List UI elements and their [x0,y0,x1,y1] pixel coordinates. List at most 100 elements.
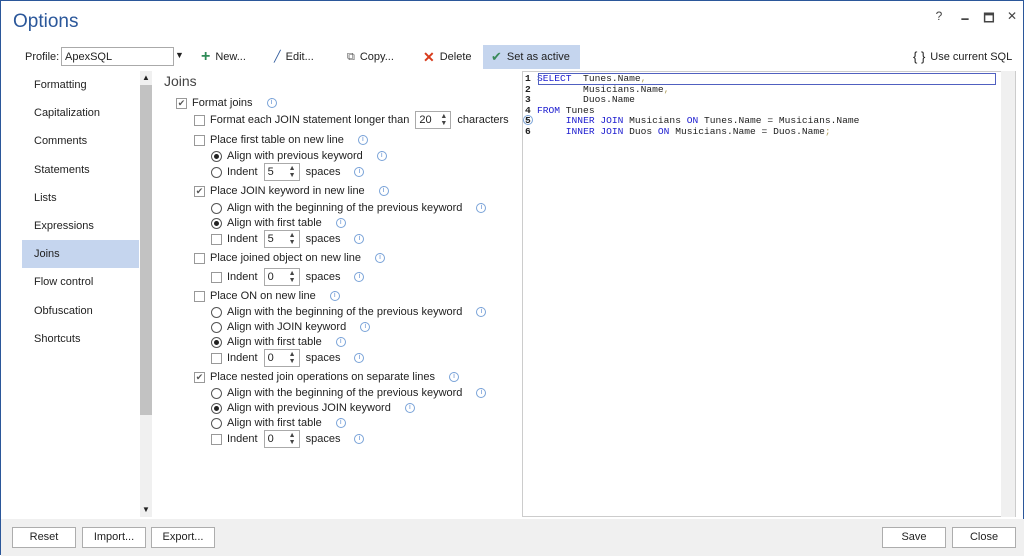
checkbox[interactable]: ✔ [194,371,205,383]
number-stepper[interactable]: 0 ▲ ▼ [263,430,300,448]
stepper-arrows-icon[interactable]: ▲ ▼ [289,351,299,365]
stepper-arrows-icon[interactable]: ▲ ▼ [289,165,299,179]
number-stepper[interactable]: 5 ▲ ▼ [263,163,300,181]
use-current-sql-button[interactable]: { } Use current SQL [905,45,1020,69]
radio-button[interactable] [211,321,222,333]
scroll-down-icon[interactable]: ▼ [142,505,150,514]
stepper-value[interactable]: 20 [419,114,431,126]
sidebar-item-shortcuts[interactable]: Shortcuts [22,325,139,353]
info-icon[interactable]: i [335,337,346,347]
checkbox[interactable] [194,252,205,264]
import-button[interactable]: Import... [82,527,146,548]
info-icon[interactable]: i [476,307,487,317]
chevron-down-icon[interactable]: ▼ [175,50,184,60]
radio-button[interactable] [211,417,222,429]
braces-icon: { } [913,49,926,64]
scroll-up-icon[interactable]: ▲ [142,73,150,82]
option-label: Align with JOIN keyword [227,321,347,333]
scrollbar-thumb[interactable] [140,85,152,415]
checkbox[interactable] [211,352,222,364]
checkbox[interactable] [211,233,222,245]
info-icon[interactable]: i [476,203,487,213]
sidebar-item-formatting[interactable]: Formatting [22,71,139,99]
info-icon[interactable]: i [354,272,365,282]
sidebar-item-flow-control[interactable]: Flow control [22,268,139,296]
option-label: Align with the beginning of the previous… [227,306,463,318]
option-row: Align with the beginning of the previous… [211,304,487,320]
help-button[interactable]: ? [931,9,947,23]
radio-button[interactable] [211,150,222,162]
sidebar-item-statements[interactable]: Statements [22,156,139,184]
info-icon[interactable]: i [360,322,371,332]
stepper-value[interactable]: 5 [268,233,274,245]
number-stepper[interactable]: 20 ▲ ▼ [415,111,452,129]
close-button[interactable]: Close [952,527,1016,548]
maximize-button[interactable]: 🗖 [981,9,997,30]
checkbox[interactable]: ✔ [176,97,187,109]
number-stepper[interactable]: 0 ▲ ▼ [263,268,300,286]
info-icon[interactable]: i [376,151,387,161]
info-icon[interactable]: i [354,353,365,363]
info-icon[interactable]: i [335,218,346,228]
sidebar-item-obfuscation[interactable]: Obfuscation [22,297,139,325]
info-icon[interactable]: i [404,403,415,413]
checkbox[interactable]: ✔ [194,185,205,197]
stepper-value[interactable]: 0 [268,271,274,283]
info-icon[interactable]: i [375,253,386,263]
info-icon[interactable]: i [357,135,368,145]
set-active-button[interactable]: ✔ Set as active [483,45,580,69]
info-icon[interactable]: i [378,186,389,196]
option-label: Indent [227,271,258,283]
checkbox[interactable] [194,290,205,302]
copy-button[interactable]: ⧉ Copy... [339,45,402,69]
minimize-button[interactable]: 🗕 [957,9,973,30]
edit-button[interactable]: ╱ Edit... [266,45,322,69]
stepper-value[interactable]: 0 [268,433,274,445]
x-icon: ✕ [423,49,435,65]
radio-button[interactable] [211,402,222,414]
info-icon[interactable]: i [476,388,487,398]
info-icon[interactable]: i [354,167,365,177]
stepper-value[interactable]: 5 [268,166,274,178]
sql-preview[interactable]: 1 SELECT Tunes.Name, 2 Musicians.Name, 3 Du… [522,71,1016,517]
sidebar-item-comments[interactable]: Comments [22,127,139,155]
sidebar-item-joins[interactable]: Joins [22,240,139,269]
checkbox[interactable] [211,433,222,445]
export-button[interactable]: Export... [151,527,215,548]
copy-icon: ⧉ [347,51,355,63]
profile-select[interactable]: ApexSQL [61,47,174,66]
number-stepper[interactable]: 5 ▲ ▼ [263,230,300,248]
info-icon[interactable]: i [329,291,340,301]
reset-button[interactable]: Reset [12,527,76,548]
info-icon[interactable]: i [354,434,365,444]
info-icon[interactable]: i [335,418,346,428]
delete-button[interactable]: ✕ Delete [415,45,480,69]
editor-scrollbar[interactable] [1001,71,1015,517]
code-token: Musicians.Name = Duos.Name [669,125,825,137]
stepper-arrows-icon[interactable]: ▲ ▼ [289,232,299,246]
info-icon[interactable]: i [266,98,277,108]
save-button[interactable]: Save [882,527,946,548]
stepper-value[interactable]: 0 [268,352,274,364]
radio-button[interactable] [211,202,222,214]
radio-button[interactable] [211,217,222,229]
pencil-icon: ╱ [274,51,281,63]
checkbox[interactable] [194,114,205,126]
stepper-arrows-icon[interactable]: ▲ ▼ [289,432,299,446]
info-icon[interactable]: i [449,372,460,382]
radio-button[interactable] [211,336,222,348]
radio-button[interactable] [211,306,222,318]
sidebar-item-lists[interactable]: Lists [22,184,139,212]
number-stepper[interactable]: 0 ▲ ▼ [263,349,300,367]
stepper-arrows-icon[interactable]: ▲ ▼ [440,113,450,127]
new-button[interactable]: + New... [193,45,254,69]
info-icon[interactable]: i [354,234,365,244]
sidebar-item-expressions[interactable]: Expressions [22,212,139,240]
checkbox[interactable] [211,271,222,283]
stepper-arrows-icon[interactable]: ▲ ▼ [289,270,299,284]
close-window-button[interactable]: ✕ [1004,9,1020,23]
sidebar-item-capitalization[interactable]: Capitalization [22,99,139,127]
radio-button[interactable] [211,166,222,178]
checkbox[interactable] [194,134,205,146]
radio-button[interactable] [211,387,222,399]
